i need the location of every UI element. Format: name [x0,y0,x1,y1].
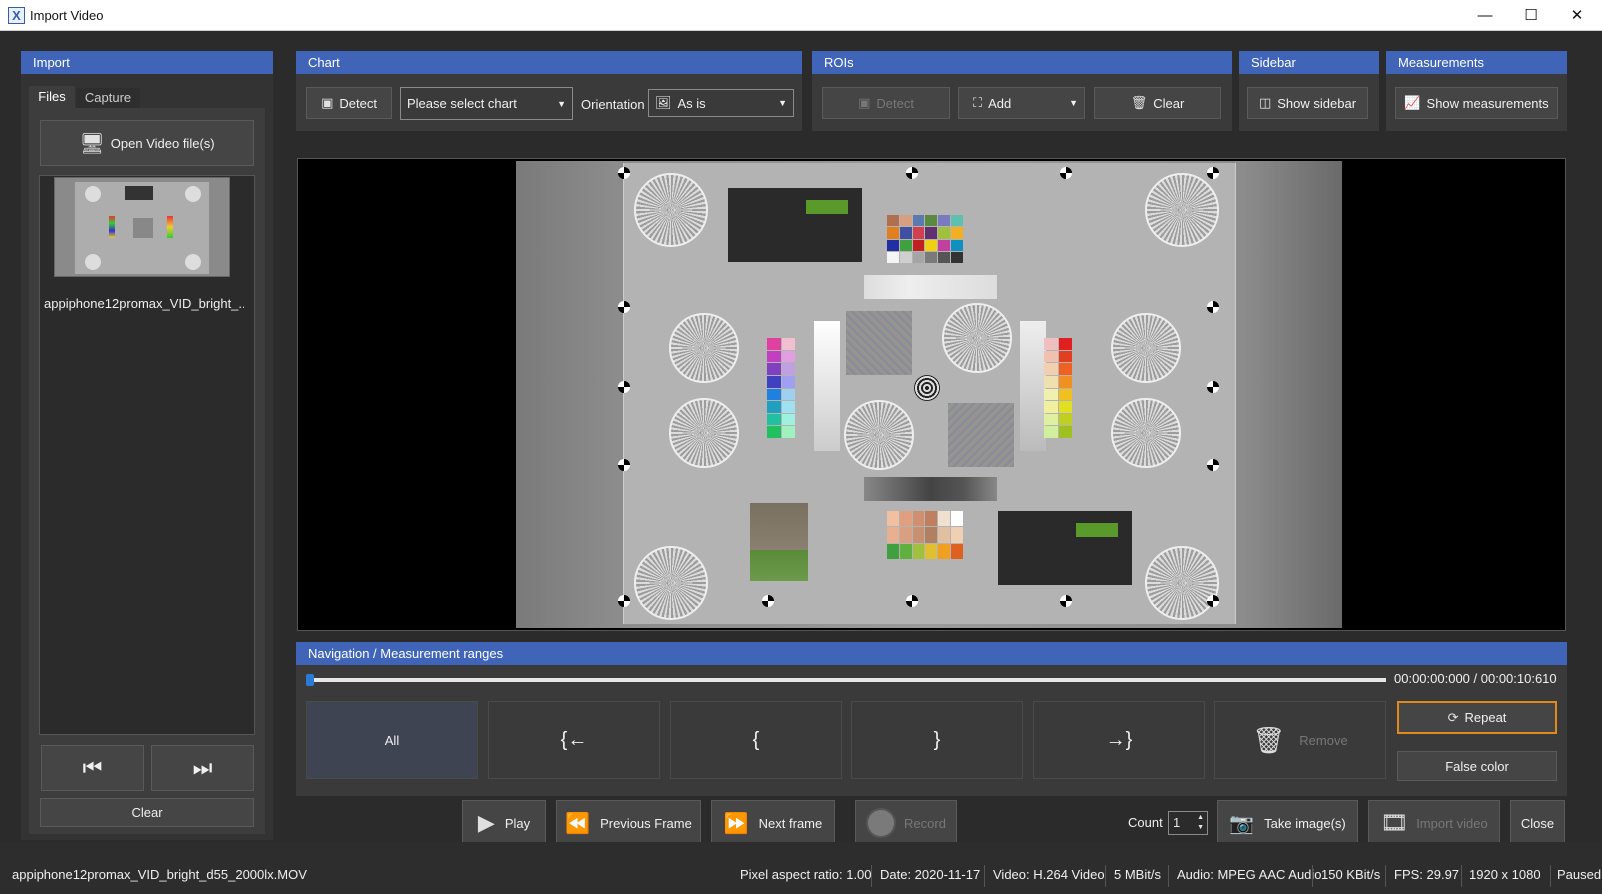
orientation-label: Orientation [581,97,645,112]
skip-forward-icon: ⏭ [192,755,213,780]
status-file-name: appiphone12promax_VID_bright_d55_2000lx.… [12,867,307,882]
detect-icon: ▣ [321,95,334,110]
minimize-icon[interactable]: — [1462,0,1508,31]
detect-icon: ▣ [858,95,871,110]
image-icon: 🖼 [655,95,672,110]
timeline-handle[interactable] [306,674,314,686]
set-end-button[interactable]: } [851,701,1023,779]
orientation-select[interactable]: 🖼 As is ▼ [648,89,794,117]
chevron-down-icon: ▼ [778,98,787,108]
measurements-header: Measurements [1386,51,1567,74]
status-audio-bitrate: 150 KBit/s [1321,867,1381,882]
sidebar-icon: ◫ [1258,95,1272,110]
rewind-icon: ⏪ [565,812,591,835]
play-icon: ▶ [477,810,495,835]
spin-arrows-icon[interactable]: ▲ ▼ [1197,813,1204,833]
trash-icon: 🗑 [1130,95,1148,110]
next-file-button[interactable]: ⏭ [151,745,254,791]
add-roi-icon: ⛶ [973,95,983,110]
window-title: Import Video [30,8,104,23]
roi-detect-button[interactable]: ▣ Detect [822,87,950,119]
open-video-button[interactable]: 🖥 Open Video file(s) [40,120,254,166]
chevron-down-icon: ▼ [557,98,566,109]
import-video-button[interactable]: 🎞 Import video [1368,800,1500,846]
chevron-down-icon: ▼ [1069,98,1078,108]
previous-file-button[interactable]: ⏮ [41,745,144,791]
skip-back-icon: ⏮ [82,755,103,780]
count-spinbox[interactable]: 1 ▲ ▼ [1168,811,1208,835]
tab-files[interactable]: Files [29,86,75,108]
title-bar: X Import Video — ☐ ✕ [0,0,1602,31]
status-resolution: 1920 x 1080 [1469,867,1541,882]
status-audio-codec: Audio: MPEG AAC Audio [1177,867,1322,882]
status-video-bitrate: 5 MBit/s [1114,867,1161,882]
record-button[interactable]: Record [855,800,957,846]
tab-capture[interactable]: Capture [76,88,140,108]
status-video-codec: Video: H.264 Video [993,867,1105,882]
status-playback-state: Paused [1557,867,1602,882]
sidebar-header: Sidebar [1239,51,1379,74]
fast-forward-icon: ⏩ [723,812,749,835]
navigation-header: Navigation / Measurement ranges [296,642,1567,665]
roi-clear-button[interactable]: 🗑 Clear [1094,87,1221,119]
rois-header: ROIs [812,51,1232,74]
file-name-label: appiphone12promax_VID_bright_... [44,296,244,311]
status-fps: FPS: 29.97 [1394,867,1460,882]
show-measurements-button[interactable]: 📈 Show measurements [1395,87,1558,119]
roi-add-button[interactable]: ⛶ Add ▼ [958,87,1085,119]
set-start-prev-button[interactable]: {← [488,701,660,779]
monitor-plus-icon: 🖥 [79,132,105,155]
chart-select[interactable]: Please select chart ▼ [400,87,573,120]
play-button[interactable]: ▶ Play [462,800,546,846]
clear-files-button[interactable]: Clear [40,798,254,827]
status-date: Date: 2020-11-17 [880,867,981,882]
set-end-next-button[interactable]: →} [1033,701,1205,779]
status-pixel-aspect: Pixel aspect ratio: 1.00 [740,867,872,882]
maximize-icon[interactable]: ☐ [1508,0,1554,31]
repeat-toggle[interactable]: ⟳ Repeat [1397,701,1557,734]
set-start-button[interactable]: { [670,701,842,779]
import-header: Import [21,51,273,74]
test-chart-image [618,163,1236,624]
app-logo-icon: X [8,7,25,24]
camera-icon: 📷 [1229,812,1255,835]
repeat-icon: ⟳ [1447,709,1459,725]
previous-frame-button[interactable]: ⏪ Previous Frame [556,800,701,846]
record-icon [866,808,897,838]
close-button[interactable]: Close [1510,800,1565,846]
timeline-slider[interactable] [310,678,1386,682]
all-range-button[interactable]: All [306,701,478,779]
chart-header: Chart [296,51,802,74]
video-thumbnail[interactable] [54,177,230,277]
timecode: 00:00:00:000 / 00:00:10:610 [1394,671,1557,686]
remove-range-button[interactable]: 🗑 Remove [1214,701,1386,779]
chart-detect-button[interactable]: ▣ Detect [306,87,392,119]
close-window-icon[interactable]: ✕ [1554,0,1600,31]
count-label: Count [1128,815,1163,830]
trash-icon: 🗑 [1252,724,1286,755]
show-sidebar-button[interactable]: ◫ Show sidebar [1247,87,1368,119]
film-icon: 🎞 [1380,810,1409,835]
next-frame-button[interactable]: ⏩ Next frame [711,800,835,846]
false-color-button[interactable]: False color [1397,751,1557,781]
line-chart-icon: 📈 [1404,95,1421,110]
take-images-button[interactable]: 📷 Take image(s) [1217,800,1358,846]
